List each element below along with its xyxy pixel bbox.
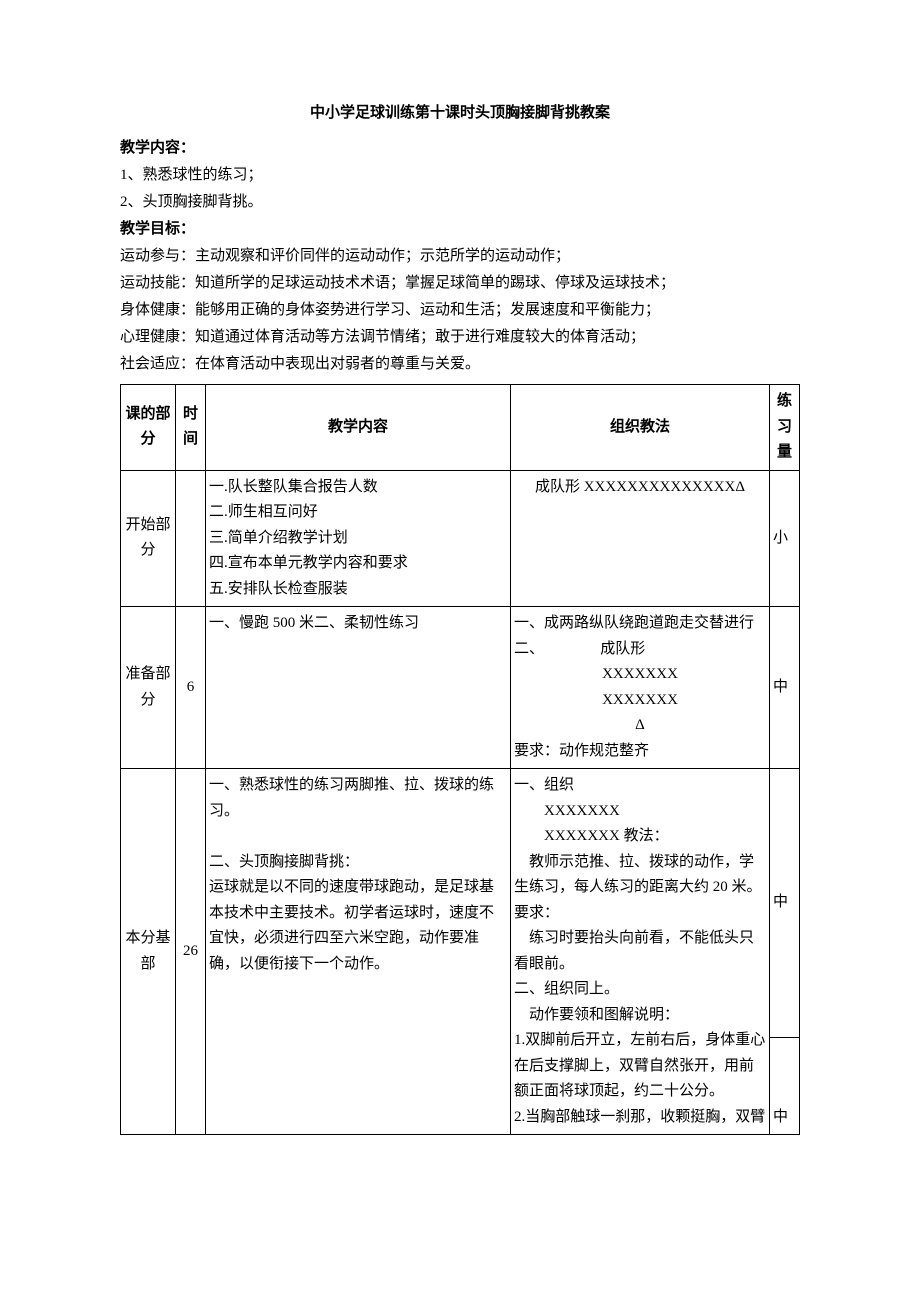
table-row: 准备部分 6 一、慢跑 500 米二、柔韧性练习 一、成两路纵队绕跑道跑走交替进… (121, 607, 800, 769)
cell-time (176, 470, 206, 607)
method-line: 教师示范推、拉、拨球的动作，学生练习，每人练习的距离大约 20 米。 (514, 850, 766, 901)
cell-method: 一、组织XXXXXXXXXXXXXX 教法： 教师示范推、拉、拨球的动作，学生练… (511, 769, 770, 1135)
cell-method: 成队形 XXXXXXXXXXXXXXΔ (511, 470, 770, 607)
method-line: 动作要领和图解说明： (514, 1003, 766, 1029)
th-load: 练习量 (770, 385, 800, 471)
method-line: 一、成两路纵队绕跑道跑走交替进行 (514, 611, 766, 637)
content-line: 1、熟悉球性的练习； (120, 162, 800, 189)
goal-line: 社会适应：在体育活动中表现出对弱者的尊重与关爱。 (120, 351, 800, 378)
doc-title: 中小学足球训练第十课时头顶胸接脚背挑教案 (120, 100, 800, 127)
cell-content: 一、慢跑 500 米二、柔韧性练习 (206, 607, 511, 769)
cell-part: 开始部分 (121, 470, 176, 607)
method-line: 要求：动作规范整齐 (514, 739, 766, 765)
content-header: 教学内容： (120, 140, 195, 156)
cell-time: 6 (176, 607, 206, 769)
table-header-row: 课的部分 时间 教学内容 组织教法 练习量 (121, 385, 800, 471)
method-line: 一、组织 (514, 773, 766, 799)
lesson-table: 课的部分 时间 教学内容 组织教法 练习量 开始部分 一.队长整队集合报告人数 … (120, 384, 800, 1135)
cell-part: 本分基部 (121, 769, 176, 1135)
method-line: 2.当胸部触球一刹那，收颗挺胸，双臂 (514, 1105, 766, 1131)
cell-time: 26 (176, 769, 206, 1135)
method-line: 成队形 XXXXXXXXXXXXXXΔ (514, 475, 766, 501)
table-row: 开始部分 一.队长整队集合报告人数 二.师生相互问好 三.简单介绍教学计划 四.… (121, 470, 800, 607)
method-line: XXXXXXX 教法： (514, 824, 766, 850)
goal-line: 心理健康：知道通过体育活动等方法调节情绪；敢于进行难度较大的体育活动； (120, 324, 800, 351)
method-line: Δ (514, 713, 766, 739)
cell-method: 一、成两路纵队绕跑道跑走交替进行二、 成队形XXXXXXXXXXXXXXΔ要求：… (511, 607, 770, 769)
goal-line: 运动技能：知道所学的足球运动技术术语；掌握足球简单的踢球、停球及运球技术； (120, 270, 800, 297)
cell-load: 小 (770, 470, 800, 607)
th-method: 组织教法 (511, 385, 770, 471)
content-line: 2、头顶胸接脚背挑。 (120, 189, 800, 216)
cell-content: 一、熟悉球性的练习两脚推、拉、拨球的练习。 二、头顶胸接脚背挑： 运球就是以不同… (206, 769, 511, 1135)
table-row: 本分基部 26 一、熟悉球性的练习两脚推、拉、拨球的练习。 二、头顶胸接脚背挑：… (121, 769, 800, 1038)
goal-header: 教学目标： (120, 221, 195, 237)
method-line: XXXXXXX (514, 799, 766, 825)
method-line: XXXXXXX (514, 662, 766, 688)
th-part: 课的部分 (121, 385, 176, 471)
cell-load: 中 (770, 769, 800, 1038)
th-content: 教学内容 (206, 385, 511, 471)
method-line: 要求： (514, 901, 766, 927)
method-line: 二、 成队形 (514, 637, 766, 663)
method-line: 二、组织同上。 (514, 977, 766, 1003)
intro-block: 教学内容： 1、熟悉球性的练习； 2、头顶胸接脚背挑。 教学目标： 运动参与：主… (120, 135, 800, 378)
cell-part: 准备部分 (121, 607, 176, 769)
method-line: XXXXXXX (514, 688, 766, 714)
method-line: 1.双脚前后开立，左前右后，身体重心在后支撑脚上，双臂自然张开，用前额正面将球顶… (514, 1028, 766, 1105)
goal-line: 身体健康：能够用正确的身体姿势进行学习、运动和生活；发展速度和平衡能力； (120, 297, 800, 324)
goal-line: 运动参与：主动观察和评价同伴的运动动作；示范所学的运动动作； (120, 243, 800, 270)
cell-load: 中 (770, 607, 800, 769)
cell-content: 一.队长整队集合报告人数 二.师生相互问好 三.简单介绍教学计划 四.宣布本单元… (206, 470, 511, 607)
method-line: 练习时要抬头向前看，不能低头只看眼前。 (514, 926, 766, 977)
cell-load: 中 (770, 1038, 800, 1135)
th-time: 时间 (176, 385, 206, 471)
